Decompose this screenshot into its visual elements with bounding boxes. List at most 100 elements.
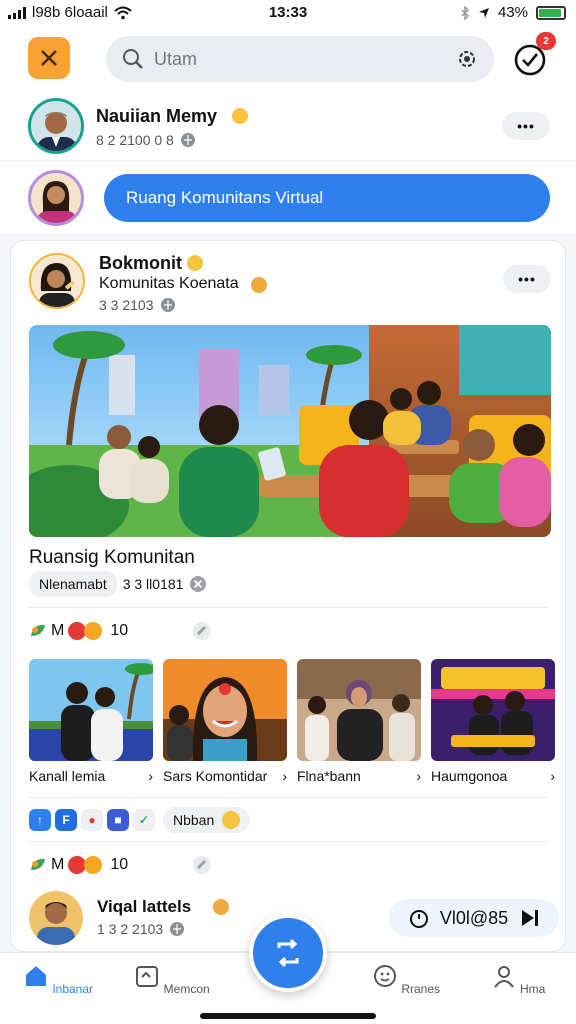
share-pill-label: Nbban [173, 812, 215, 828]
smile-icon [373, 965, 396, 987]
status-bar: l98b 6loaail 13:33 43% [0, 0, 576, 26]
post-community[interactable]: Komunitas Koenata [99, 275, 239, 293]
battery-icon [536, 5, 566, 20]
emoji-icon [213, 899, 229, 915]
post-author[interactable]: Bokmonit [99, 253, 182, 274]
poster-meta-row: 1 3 2 2103 [97, 921, 185, 937]
leaf-icon [31, 858, 45, 870]
status-right: 43% [460, 4, 566, 21]
poster-name: Viqal lattels [97, 897, 192, 916]
reaction-count: 10 [110, 856, 129, 873]
community-row: Ruang Komunitans Virtual [0, 162, 576, 234]
nav-label: Rranes [401, 982, 441, 996]
search-icon [123, 49, 143, 69]
profile-row[interactable]: Nauiian Memy 8 2 2100 0 8 ••• [0, 96, 576, 160]
post-meta: 3 3 2103 [99, 297, 154, 313]
tag-chip[interactable]: Nlenamabt [29, 571, 117, 597]
battery-percent: 43% [497, 4, 528, 21]
media-pill[interactable]: Vl0l@85 [389, 899, 559, 937]
reaction-row[interactable]: M 10 [29, 855, 212, 875]
settings-icon[interactable] [456, 48, 478, 70]
divider [29, 607, 547, 608]
avatar[interactable] [29, 253, 85, 309]
app-icon[interactable]: ■ [107, 809, 129, 831]
nav-label: Inbanar [52, 982, 94, 996]
nav-item-messages[interactable]: Memcon [132, 963, 212, 996]
chevron-right-icon: › [282, 768, 287, 784]
bluetooth-icon [461, 5, 470, 20]
nav-item-home[interactable]: Inbanar [18, 963, 98, 996]
repost-icon [277, 938, 299, 968]
poster-meta: 1 3 2 2103 [97, 921, 164, 937]
post-image[interactable] [29, 325, 551, 537]
divider [29, 841, 547, 842]
reaction-count: 10 [110, 622, 129, 639]
play-icon [522, 910, 539, 926]
profile-meta-row: 8 2 2100 0 8 [96, 132, 196, 148]
share-pill[interactable]: Nbban [163, 807, 251, 833]
app-icon[interactable]: ✓ [133, 809, 155, 831]
post-card: Bokmonit Komunitas Koenata 3 3 2103 ••• [10, 240, 566, 952]
avatar[interactable] [28, 170, 84, 226]
divider [29, 797, 547, 798]
virtual-community-button[interactable]: Ruang Komunitans Virtual [104, 174, 550, 222]
tag-icon[interactable] [192, 855, 212, 875]
menu-button[interactable] [28, 37, 70, 79]
tag-row: Nlenamabt 3 3 ll0181 [29, 571, 207, 597]
user-icon [493, 966, 514, 988]
thumbnail-image [163, 659, 287, 761]
thumbnail-card[interactable]: Kanall lemia › [29, 659, 153, 784]
chevron-right-icon: › [148, 768, 153, 784]
search-bar[interactable] [106, 36, 494, 82]
tag-icon[interactable] [192, 621, 212, 641]
emoji-icon [232, 108, 248, 124]
more-options-button[interactable]: ••• [502, 112, 550, 140]
avatar[interactable] [28, 98, 84, 154]
thumbnail-image [29, 659, 153, 761]
thumbnail-label: Kanall lemia [29, 768, 106, 784]
create-post-button[interactable] [249, 914, 327, 992]
nav-item-profile[interactable]: Hma [478, 963, 558, 996]
notification-badge: 2 [536, 32, 556, 50]
media-label: Vl0l@85 [439, 907, 509, 928]
smile-reaction-icon [84, 622, 103, 640]
notification-button[interactable]: 2 [508, 32, 556, 80]
top-bar: 2 [0, 26, 576, 96]
reaction-letter: M [51, 622, 65, 639]
nav-label: Hma [520, 982, 546, 996]
thumbnail-image [297, 659, 421, 761]
section-title: Ruansig Komunitan [29, 547, 195, 568]
more-options-button[interactable]: ••• [503, 265, 551, 293]
app-icon[interactable]: ● [81, 809, 103, 831]
profile-meta: 8 2 2100 0 8 [96, 132, 174, 148]
location-icon [478, 7, 489, 18]
app-icon[interactable]: F [55, 809, 77, 831]
app-icon[interactable]: ↑ [29, 809, 51, 831]
profile-name: Nauiian Memy [96, 106, 218, 126]
emoji-icon [222, 811, 241, 829]
close-icon [41, 50, 57, 66]
globe-icon [180, 133, 195, 147]
nav-item-friends[interactable]: Rranes [366, 963, 446, 996]
globe-icon [160, 298, 175, 312]
thumbnail-label: Flna*bann [297, 768, 361, 784]
leaf-icon [31, 624, 45, 636]
thumbnail-card[interactable]: Haumgonoa › [431, 659, 555, 784]
avatar[interactable] [29, 891, 83, 945]
thumbnail-label: Haumgonoa [431, 768, 508, 784]
smile-reaction-icon [84, 856, 103, 874]
close-icon[interactable] [189, 575, 207, 593]
nav-label: Memcon [163, 982, 210, 996]
thumbnail-carousel: Kanall lemia › Sars Komontidar › Flna*bann… [29, 659, 555, 784]
thumbnail-card[interactable]: Sars Komontidar › [163, 659, 287, 784]
tag-meta: 3 3 ll0181 [122, 576, 184, 592]
emoji-icon [187, 255, 203, 271]
search-input[interactable] [154, 48, 456, 70]
emoji-icon [251, 277, 267, 293]
home-icon [25, 966, 46, 986]
chevron-right-icon: › [416, 768, 421, 784]
timer-icon [409, 910, 428, 928]
reaction-row[interactable]: M 10 [29, 621, 212, 641]
thumbnail-card[interactable]: Flna*bann › [297, 659, 421, 784]
home-indicator[interactable] [200, 1013, 376, 1019]
